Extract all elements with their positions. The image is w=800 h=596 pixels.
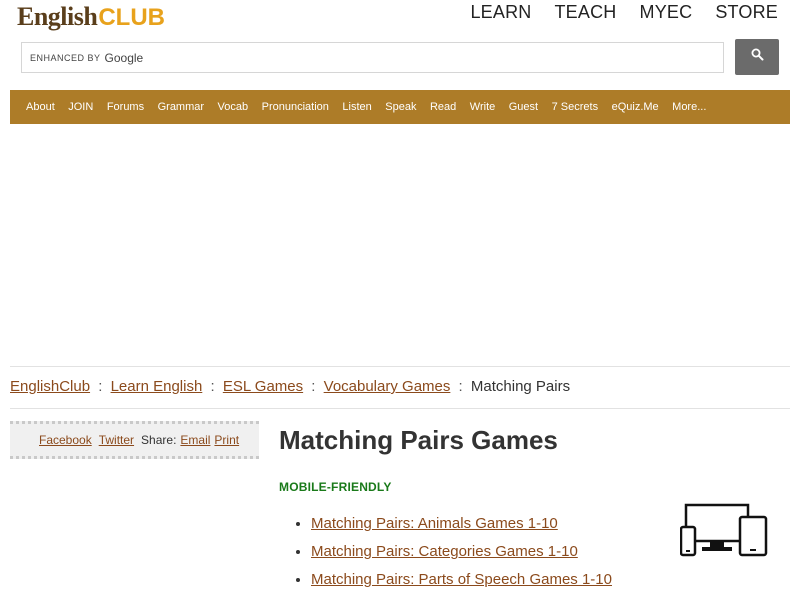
breadcrumb-current: Matching Pairs [470, 378, 571, 395]
logo-club-text: CLUB [98, 4, 165, 31]
nav-item-forums[interactable]: Forums [107, 101, 144, 113]
divider [10, 408, 790, 409]
list-item: Matching Pairs: Categories Games 1-10 [311, 540, 612, 568]
top-nav-myec[interactable]: MYEC [640, 2, 693, 23]
top-nav-learn[interactable]: LEARN [470, 2, 531, 23]
nav-item-vocab[interactable]: Vocab [218, 101, 249, 113]
top-nav: LEARN TEACH MYEC STORE [470, 2, 778, 23]
divider [10, 366, 790, 367]
list-item: Matching Pairs: Parts of Speech Games 1-… [311, 568, 612, 596]
search-google-brand: Google [104, 50, 144, 65]
nav-item-listen[interactable]: Listen [342, 101, 371, 113]
game-link-animals[interactable]: Matching Pairs: Animals Games 1-10 [311, 515, 558, 532]
share-label: Share: [141, 433, 177, 447]
devices-icon [679, 503, 768, 557]
share-facebook-link[interactable]: Facebook [39, 433, 92, 447]
nav-item-7-secrets[interactable]: 7 Secrets [552, 101, 598, 113]
ad-area [10, 128, 790, 362]
englishclub-logo[interactable]: English CLUB [17, 2, 165, 36]
nav-item-equiz[interactable]: eQuiz.Me [612, 101, 659, 113]
logo-english-text: English [17, 2, 98, 31]
share-box: Facebook Twitter Share: Email Print [10, 421, 259, 459]
share-email-link[interactable]: Email [180, 433, 210, 447]
nav-item-guest[interactable]: Guest [509, 101, 538, 113]
breadcrumb-esl-games[interactable]: ESL Games [223, 378, 303, 395]
search-enhanced-by: ENHANCED BY [30, 52, 101, 63]
list-item: Matching Pairs: Animals Games 1-10 [311, 512, 612, 540]
breadcrumb-learn-english[interactable]: Learn English [111, 378, 203, 395]
game-link-parts-of-speech[interactable]: Matching Pairs: Parts of Speech Games 1-… [311, 571, 612, 588]
nav-item-grammar[interactable]: Grammar [158, 101, 204, 113]
nav-item-speak[interactable]: Speak [385, 101, 416, 113]
nav-item-join[interactable]: JOIN [68, 101, 93, 113]
breadcrumb-englishclub[interactable]: EnglishClub [10, 378, 90, 395]
top-nav-teach[interactable]: TEACH [554, 2, 616, 23]
games-list: Matching Pairs: Animals Games 1-10 Match… [279, 512, 612, 596]
site-header: English CLUB LEARN TEACH MYEC STORE [0, 0, 800, 40]
breadcrumb: EnglishClub : Learn English : ESL Games … [10, 378, 570, 395]
main-nav-bar: About JOIN Forums Grammar Vocab Pronunci… [10, 90, 790, 124]
mobile-friendly-label: MOBILE-FRIENDLY [279, 480, 392, 494]
nav-item-read[interactable]: Read [430, 101, 456, 113]
nav-item-about[interactable]: About [26, 101, 55, 113]
nav-item-pronunciation[interactable]: Pronunciation [262, 101, 329, 113]
nav-item-write[interactable]: Write [470, 101, 495, 113]
page-title: Matching Pairs Games [279, 425, 558, 455]
breadcrumb-separator: : [98, 378, 103, 395]
search-input[interactable] [143, 43, 723, 72]
breadcrumb-vocabulary-games[interactable]: Vocabulary Games [324, 378, 451, 395]
top-nav-store[interactable]: STORE [715, 2, 778, 23]
search-field[interactable]: ENHANCED BY Google [21, 42, 724, 73]
breadcrumb-separator: : [311, 378, 316, 395]
nav-item-more[interactable]: More... [672, 101, 706, 113]
share-twitter-link[interactable]: Twitter [99, 433, 134, 447]
game-link-categories[interactable]: Matching Pairs: Categories Games 1-10 [311, 543, 578, 560]
search-icon [751, 48, 764, 66]
share-print-link[interactable]: Print [214, 433, 239, 447]
breadcrumb-separator: : [210, 378, 215, 395]
breadcrumb-separator: : [458, 378, 463, 395]
search-button[interactable] [735, 39, 779, 75]
